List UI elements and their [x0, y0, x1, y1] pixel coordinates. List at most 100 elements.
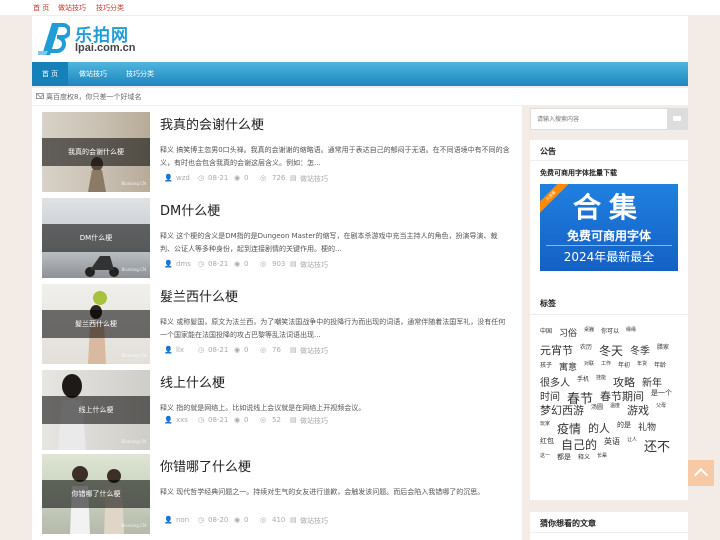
search-button[interactable]	[667, 109, 688, 129]
post-title[interactable]: DM什么梗	[160, 200, 220, 219]
tag-link[interactable]: 桌巍	[584, 326, 594, 333]
post-author[interactable]: xxs	[176, 416, 188, 424]
post-thumbnail[interactable]: 髮兰西什么梗 Bianlang.CN	[42, 284, 150, 364]
topbar-link-tips[interactable]: 做站技巧	[58, 3, 86, 13]
tag-link[interactable]: 父母	[656, 402, 666, 409]
topbar-link-categories[interactable]: 技巧分类	[96, 3, 124, 13]
tag-link[interactable]: 缘缘	[626, 326, 636, 333]
comment-icon: ◉	[234, 260, 241, 268]
tag-link[interactable]: 自己的	[561, 436, 597, 453]
tag-link[interactable]: 汤圆	[591, 402, 603, 411]
post-thumbnail[interactable]: DM什么梗 Bianlang.CN	[42, 198, 150, 278]
tag-link[interactable]: 这一	[540, 452, 550, 459]
tag-link[interactable]: 疫情	[557, 420, 581, 437]
font-ad-banner[interactable]: 大合集 合集 免费可商用字体 2024年最新最全	[540, 184, 678, 271]
tag-link[interactable]: 腊家	[657, 342, 669, 351]
post-thumbnail[interactable]: 你错哪了什么梗 Bianlang.CN	[42, 454, 150, 534]
tag-link[interactable]: 释义	[578, 452, 590, 461]
tag-link[interactable]: 元宵节	[540, 342, 573, 358]
tag-link[interactable]: 冬季	[630, 342, 650, 357]
ad-headline: 合集	[572, 191, 645, 224]
clock-icon: ◷	[198, 416, 205, 424]
tag-link[interactable]: 习俗	[559, 326, 577, 339]
topbar-link-home[interactable]: 首 页	[33, 3, 49, 13]
tag-link[interactable]: 冬天	[599, 342, 623, 359]
post-comments: 0	[244, 416, 249, 424]
post-date: 08-20	[208, 516, 229, 524]
nav-item-tips[interactable]: 做站技巧	[68, 62, 118, 86]
tag-link[interactable]: 年货	[637, 360, 647, 367]
tag-link[interactable]: 年龄	[654, 360, 666, 369]
tag-link[interactable]: 游戏	[627, 402, 649, 418]
tag-link[interactable]: 英语	[604, 436, 620, 447]
post-category[interactable]: 做站技巧	[300, 516, 328, 526]
tag-link[interactable]: 新年	[642, 374, 662, 389]
tag-link[interactable]: 你可以	[601, 326, 619, 335]
tag-link[interactable]: 很多人	[540, 374, 570, 389]
eye-icon: ◎	[260, 346, 267, 354]
tag-link[interactable]: 还不	[644, 436, 670, 455]
comment-icon: ◉	[234, 346, 241, 354]
thumbnail-watermark: Bianlang.CN	[121, 523, 146, 528]
tag-link[interactable]: 梦幻西游	[540, 402, 584, 418]
tag-link[interactable]: 的人	[588, 420, 610, 436]
post-title[interactable]: 你错哪了什么梗	[160, 456, 251, 475]
post-category[interactable]: 做站技巧	[300, 346, 328, 356]
search-input[interactable]	[531, 109, 667, 129]
notice-text[interactable]: 离百度权8，你只差一个好域名	[46, 92, 141, 102]
back-to-top-button[interactable]	[688, 460, 714, 486]
post-meta: 👤 dms ◷ 08-21 ◉ 0 ◎ 903 ▤ 做站技巧	[164, 260, 514, 272]
tag-link[interactable]: 对联	[584, 360, 594, 367]
post-title[interactable]: 髮兰西什么梗	[160, 286, 238, 305]
post-author[interactable]: non	[176, 516, 189, 524]
post-item: 髮兰西什么梗 Bianlang.CN 髮兰西什么梗 释义 或称髮国，原文为法兰西…	[42, 284, 522, 364]
comment-icon: ◉	[234, 416, 241, 424]
guess-widget: 猜你想看的文章	[530, 512, 688, 540]
post-thumbnail[interactable]: 线上什么梗 Bianlang.CN	[42, 370, 150, 450]
tag-link[interactable]: 礼物	[638, 420, 656, 433]
post-category[interactable]: 做站技巧	[300, 174, 328, 184]
nav-item-home[interactable]: 首 页	[32, 62, 68, 86]
thumbnail-watermark: Bianlang.CN	[121, 439, 146, 444]
post-item: DM什么梗 Bianlang.CN DM什么梗 释义 这个梗的含义是DM指的是D…	[42, 198, 522, 278]
post-title[interactable]: 我真的会谢什么梗	[160, 114, 264, 133]
tag-link[interactable]: 让人	[627, 436, 637, 443]
post-item: 线上什么梗 Bianlang.CN 线上什么梗 释义 指的就是网络上。比如说线上…	[42, 370, 522, 450]
post-author[interactable]: llx	[176, 346, 184, 354]
tag-link[interactable]: 中国	[540, 326, 552, 335]
thumbnail-watermark: Bianlang.CN	[121, 181, 146, 186]
folder-icon: ▤	[290, 516, 297, 524]
post-meta: 👤 non ◷ 08-20 ◉ 0 ◎ 410 ▤ 做站技巧	[164, 516, 514, 528]
post-thumbnail[interactable]: 我真的会谢什么梗 Bianlang.CN	[42, 112, 150, 192]
tag-link[interactable]: 手机	[577, 374, 589, 383]
tag-link[interactable]: 工作	[601, 360, 611, 367]
post-category[interactable]: 做站技巧	[300, 260, 328, 270]
tag-link[interactable]: 孩子	[540, 360, 552, 369]
tag-link[interactable]: 农历	[580, 342, 592, 351]
post-date: 08-21	[208, 174, 229, 182]
nav-item-categories[interactable]: 技巧分类	[118, 62, 162, 86]
tag-link[interactable]: 是一个	[651, 388, 672, 398]
post-meta: 👤 llx ◷ 08-21 ◉ 0 ◎ 76 ▤ 做站技巧	[164, 346, 514, 358]
tag-link[interactable]: 玩家	[540, 420, 550, 427]
top-bar: 首 页 做站技巧 技巧分类	[0, 0, 720, 16]
ad-title[interactable]: 免费可商用字体批量下载	[540, 168, 617, 178]
post-item: 你错哪了什么梗 Bianlang.CN 你错哪了什么梗 释义 现代哲学经典问题之…	[42, 454, 522, 534]
tag-link[interactable]: 挂能	[596, 374, 606, 381]
tag-link[interactable]: 都是	[557, 452, 571, 462]
post-category[interactable]: 做站技巧	[300, 416, 328, 426]
tag-link[interactable]: 红包	[540, 436, 554, 446]
tag-link[interactable]: 时间	[540, 388, 560, 403]
tag-link[interactable]: 寓意	[559, 360, 577, 373]
tag-link[interactable]: 年初	[618, 360, 630, 369]
eye-icon: ◎	[260, 416, 267, 424]
tag-link[interactable]: 长辈	[597, 452, 607, 459]
post-author[interactable]: wzd	[176, 174, 190, 182]
tag-link[interactable]: 温度	[610, 402, 620, 409]
post-title[interactable]: 线上什么梗	[160, 372, 225, 391]
logo-icon[interactable]	[38, 21, 70, 57]
post-meta: 👤 wzd ◷ 08-21 ◉ 0 ◎ 726 ▤ 做站技巧	[164, 174, 514, 186]
tag-link[interactable]: 的是	[617, 420, 631, 430]
widget-title: 猜你想看的文章	[540, 519, 596, 528]
post-author[interactable]: dms	[176, 260, 191, 268]
